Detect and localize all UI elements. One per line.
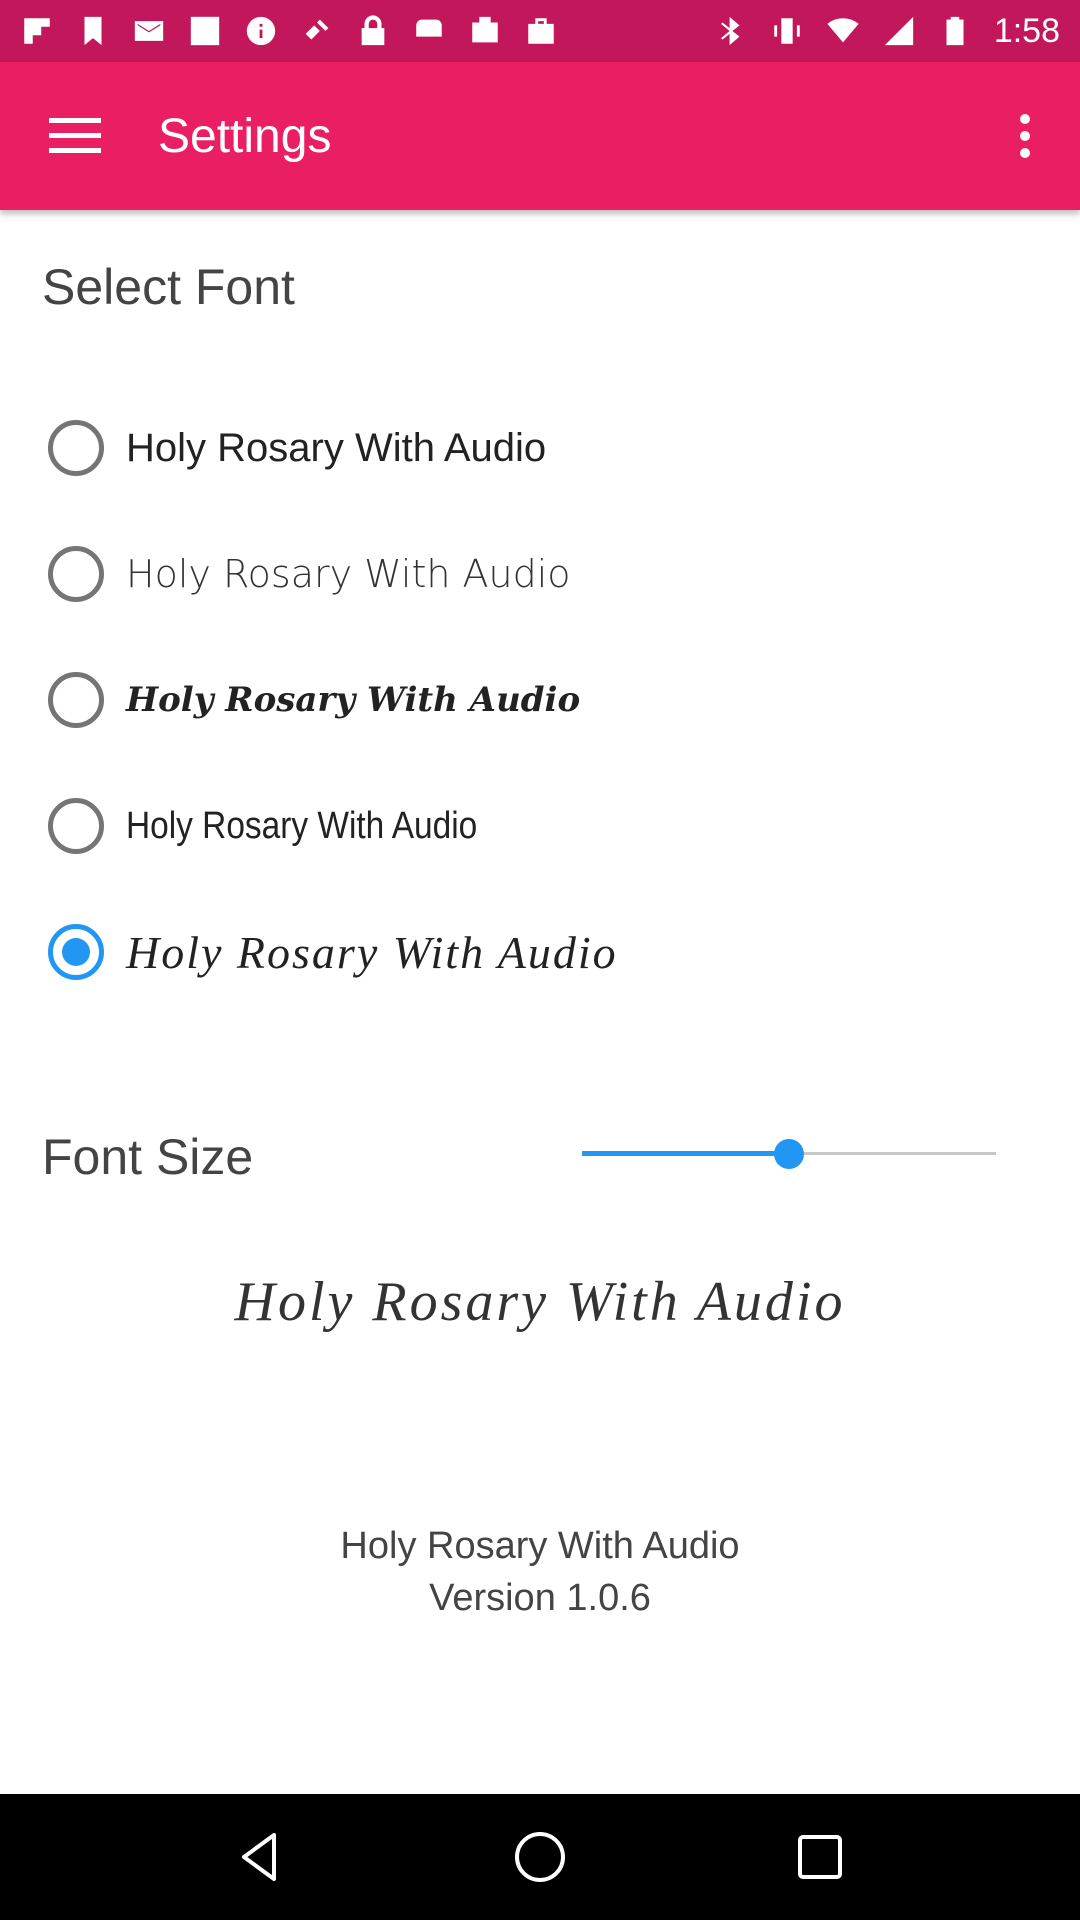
android-icon <box>412 14 446 48</box>
hamburger-menu-icon <box>49 118 101 153</box>
wifi-icon <box>826 14 860 48</box>
slider-fill <box>582 1151 789 1156</box>
font-option-label: Holy Rosary With Audio <box>126 680 581 720</box>
notification-icons <box>20 14 714 48</box>
font-size-slider[interactable] <box>582 1134 996 1174</box>
font-option-label: Holy Rosary With Audio <box>126 552 571 596</box>
recents-button[interactable] <box>765 1802 875 1912</box>
font-option-label: Holy Rosary With Audio <box>126 804 478 847</box>
radio-button-checked[interactable] <box>48 924 104 980</box>
page-title: Settings <box>158 109 332 163</box>
recents-icon <box>798 1835 842 1879</box>
status-bar: 1:58 <box>0 0 1080 62</box>
font-option-4[interactable]: Holy Rosary With Audio <box>48 763 1048 889</box>
gmail-icon <box>132 14 166 48</box>
font-option-1[interactable]: Holy Rosary With Audio <box>48 385 1048 511</box>
bag-icon <box>524 14 558 48</box>
menu-button[interactable] <box>0 62 150 210</box>
flipboard-icon <box>20 14 54 48</box>
task-icon <box>468 14 502 48</box>
app-info: Holy Rosary With Audio Version 1.0.6 <box>0 1520 1080 1624</box>
lock-icon <box>356 14 390 48</box>
radio-button[interactable] <box>48 546 104 602</box>
home-icon <box>515 1832 565 1882</box>
font-option-label: Holy Rosary With Audio <box>126 425 547 470</box>
slider-thumb[interactable] <box>774 1139 804 1169</box>
font-option-3[interactable]: Holy Rosary With Audio <box>48 637 1048 763</box>
radio-button[interactable] <box>48 420 104 476</box>
square-icon <box>188 14 222 48</box>
battery-icon <box>938 14 972 48</box>
signal-icon <box>882 14 916 48</box>
radio-button[interactable] <box>48 798 104 854</box>
font-option-label: Holy Rosary With Audio <box>126 926 618 978</box>
info-icon <box>244 14 278 48</box>
app-name: Holy Rosary With Audio <box>340 1525 740 1567</box>
app-bar: Settings <box>0 62 1080 210</box>
app-version: Version 1.0.6 <box>429 1577 651 1619</box>
bluetooth-icon <box>714 14 748 48</box>
bookmark-icon <box>76 14 110 48</box>
select-font-heading: Select Font <box>42 259 295 315</box>
home-button[interactable] <box>485 1802 595 1912</box>
back-button[interactable] <box>205 1802 315 1912</box>
satellite-icon <box>300 14 334 48</box>
overflow-menu-button[interactable] <box>970 62 1080 210</box>
system-icons: 1:58 <box>714 12 1060 51</box>
font-option-2[interactable]: Holy Rosary With Audio <box>48 511 1048 637</box>
navigation-bar <box>0 1794 1080 1920</box>
font-option-5[interactable]: Holy Rosary With Audio <box>48 889 1048 1015</box>
status-time: 1:58 <box>993 11 1060 50</box>
vibrate-icon <box>770 14 804 48</box>
back-icon <box>242 1833 276 1881</box>
font-radio-group: Holy Rosary With Audio Holy Rosary With … <box>48 385 1048 1015</box>
font-size-label: Font Size <box>42 1129 254 1185</box>
more-vert-icon <box>1020 114 1030 158</box>
radio-button[interactable] <box>48 672 104 728</box>
font-preview-text: Holy Rosary With Audio <box>234 1271 846 1333</box>
